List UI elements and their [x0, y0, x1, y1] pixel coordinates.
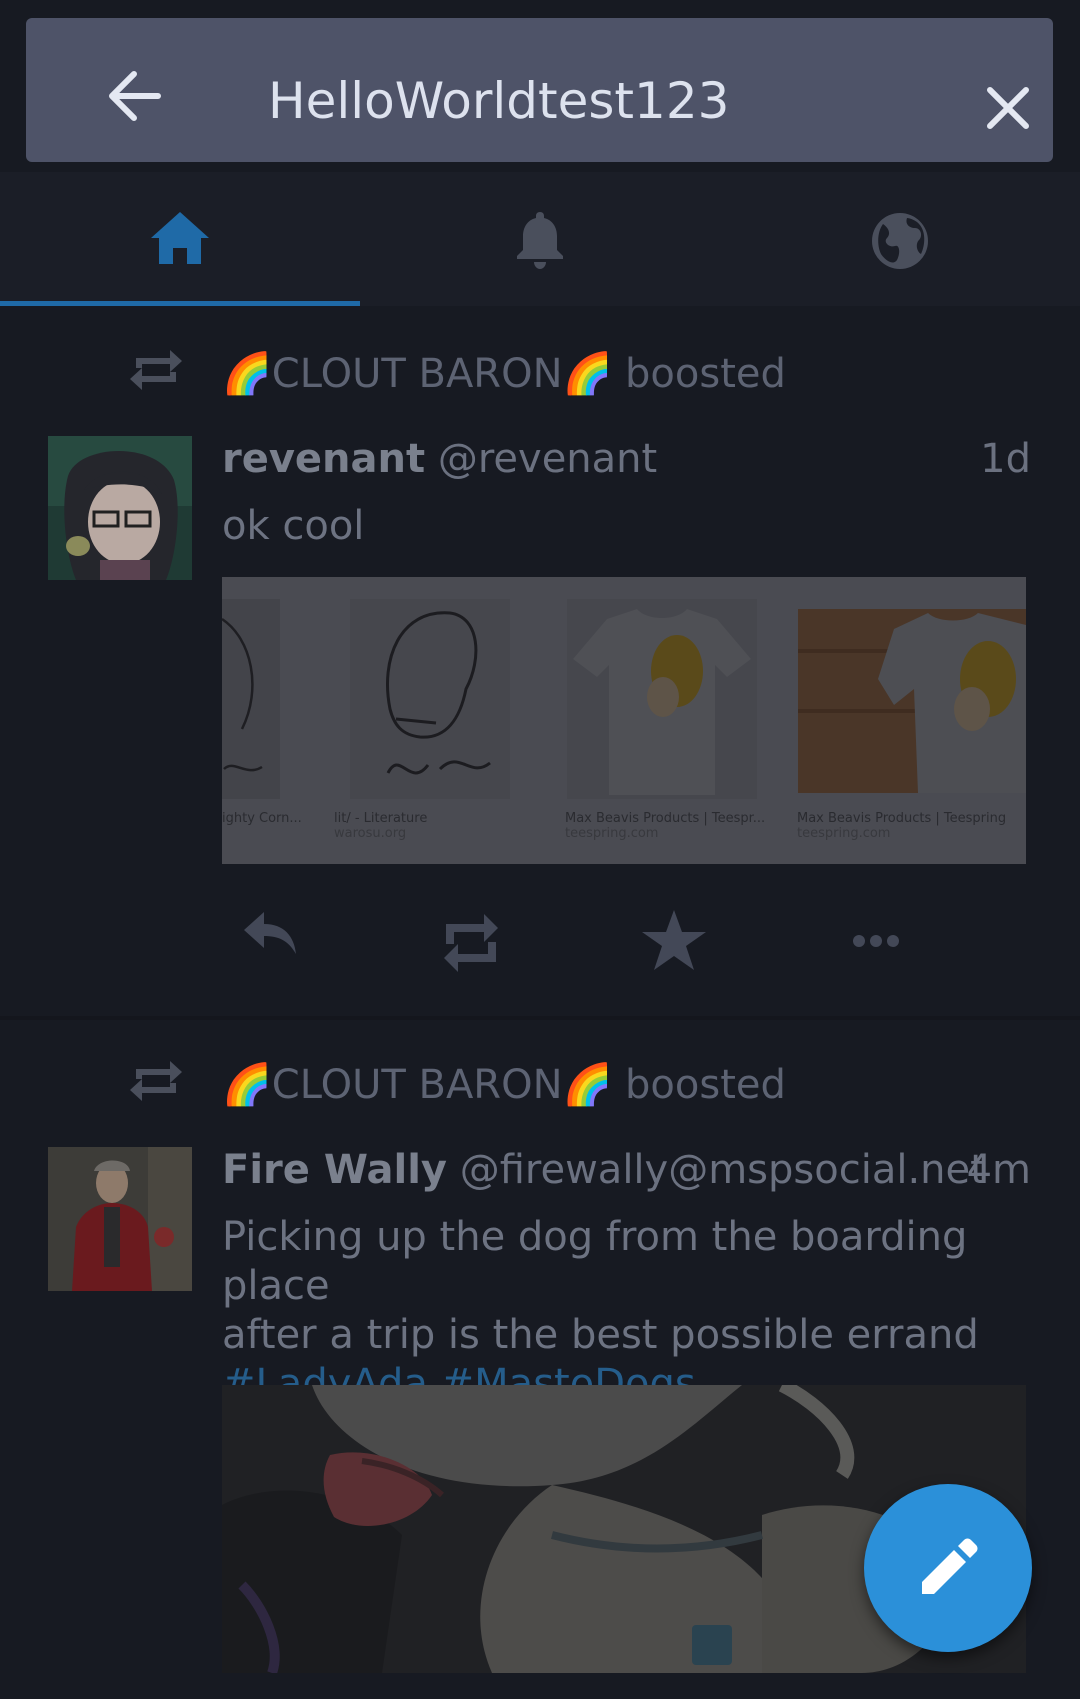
compose-button[interactable] — [864, 1484, 1032, 1652]
reply-icon[interactable] — [242, 908, 298, 956]
status-text-line: Picking up the dog from the boarding pla… — [222, 1214, 968, 1309]
media-caption: ighty Corn... — [222, 811, 302, 826]
status-text-line: after a trip is the best possible errand — [222, 1312, 979, 1358]
status-header: Fire Wally @firewally@mspsocial.net — [222, 1147, 986, 1193]
avatar-image — [48, 436, 192, 580]
status-timestamp[interactable]: 1d — [980, 436, 1031, 482]
close-icon[interactable] — [984, 84, 1032, 132]
boosted-by-name[interactable]: 🌈CLOUT BARON🌈 — [222, 351, 612, 397]
boost-button-icon[interactable] — [440, 910, 502, 976]
search-bar: HelloWorldtest123 — [26, 18, 1053, 162]
tab-bar — [0, 172, 1080, 306]
account-handle[interactable]: @firewally@mspsocial.net — [460, 1147, 986, 1193]
status-divider — [0, 1016, 1080, 1020]
tshirt-photo-image — [798, 609, 1026, 793]
avatar[interactable] — [48, 436, 192, 580]
boost-label: boosted — [625, 351, 786, 397]
status-content: Picking up the dog from the boarding pla… — [222, 1213, 1042, 1409]
pencil-icon — [922, 1538, 978, 1594]
avatar[interactable] — [48, 1147, 192, 1291]
back-arrow-icon[interactable] — [106, 70, 162, 122]
more-options-icon[interactable] — [852, 934, 900, 948]
status-header: revenant @revenant — [222, 436, 657, 482]
boost-header: 🌈CLOUT BARON🌈 boosted — [0, 1037, 1080, 1117]
favourite-star-icon[interactable] — [640, 908, 708, 972]
bell-icon — [517, 212, 563, 269]
media-caption: lit/ - Literature warosu.org — [334, 811, 428, 841]
boosted-by-name[interactable]: 🌈CLOUT BARON🌈 — [222, 1062, 612, 1108]
home-icon — [151, 212, 209, 264]
media-caption: Max Beavis Products | Teespring teespring… — [797, 811, 1007, 841]
boost-icon — [130, 350, 182, 390]
avatar-image — [48, 1147, 192, 1291]
tab-home[interactable] — [0, 172, 360, 306]
sketch-image — [386, 611, 491, 775]
globe-icon — [872, 213, 928, 269]
display-name[interactable]: revenant — [222, 436, 425, 482]
boost-icon — [130, 1061, 182, 1101]
media-caption: Max Beavis Products | Teespr... teespring… — [565, 811, 766, 841]
tab-federated[interactable] — [720, 172, 1080, 306]
tshirt-image — [567, 599, 757, 799]
status-actions — [0, 900, 1080, 980]
display-name[interactable]: Fire Wally — [222, 1147, 447, 1193]
boost-header: 🌈CLOUT BARON🌈 boosted — [0, 326, 1080, 406]
tab-notifications[interactable] — [360, 172, 720, 306]
search-input[interactable]: HelloWorldtest123 — [268, 76, 729, 126]
sketch-image — [222, 617, 263, 772]
boost-label: boosted — [625, 1062, 786, 1108]
status-timestamp[interactable]: 4m — [967, 1147, 1031, 1193]
media-attachment[interactable]: ighty Corn... lit/ - Literature warosu.or… — [222, 577, 1026, 864]
active-tab-indicator — [0, 301, 360, 306]
account-handle[interactable]: @revenant — [438, 436, 657, 482]
status-content: ok cool — [222, 503, 365, 549]
